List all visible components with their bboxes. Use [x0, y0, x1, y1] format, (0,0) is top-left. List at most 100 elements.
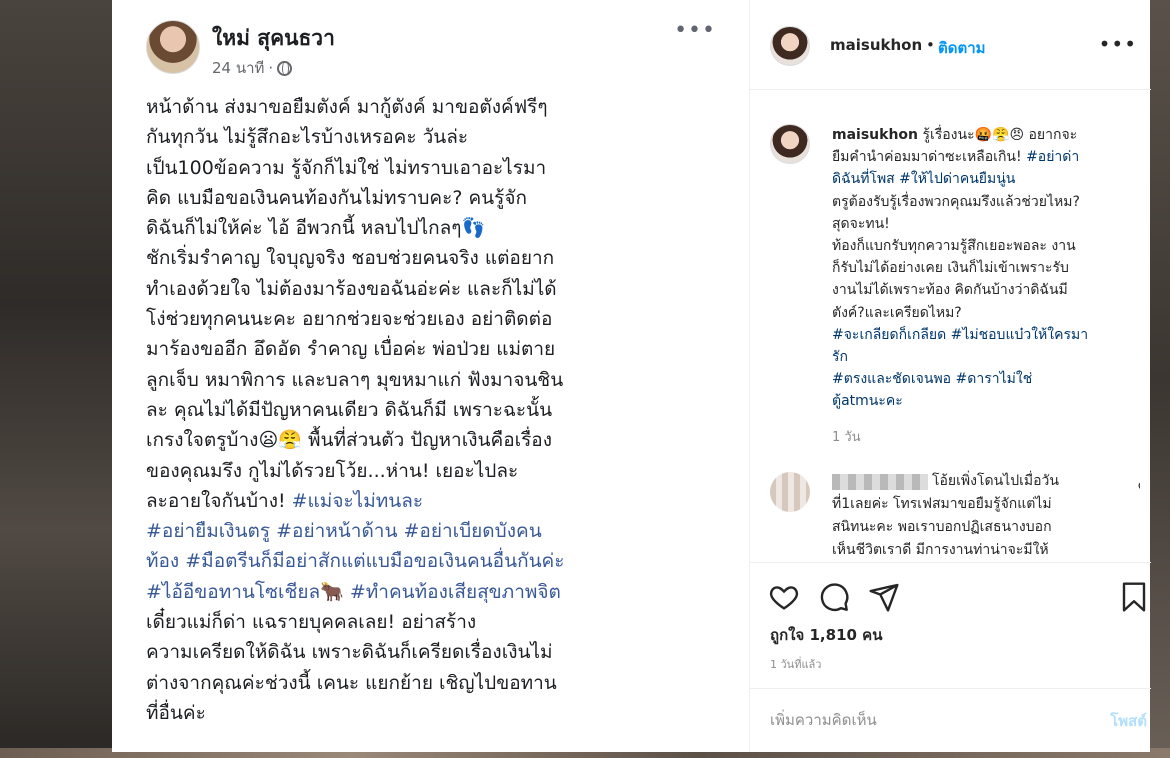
ig-comment: โอ้ยเพิ่งโดนไปเมื่อวัน ที่1เลยค่ะ โทรเฟส… [770, 470, 1140, 560]
fb-text-span: ลูกเจ็บ หมาพิการ และบลาๆ มุขหมาแก่ ฟังมา… [146, 368, 564, 391]
fb-text-span: เป็น100ข้อความ รู้จักก็ไม่ใช่ ไม่ทราบเอา… [146, 156, 547, 179]
ig-caption-span: สุดจะทน! [832, 215, 890, 232]
ig-caption-span: ยืมคำนำค่อมมาด่าซะเหลือเกิน! [832, 149, 1027, 166]
ig-author-avatar[interactable] [770, 26, 810, 66]
fb-post-line: ท้อง #มือตรีนก็มีอย่าสักแต่แบมือขอเงินคน… [146, 546, 716, 576]
ig-hashtag[interactable]: #จะเกลียดก็เกลียด #ไม่ชอบแบ๋วให้ใครมา [832, 327, 1088, 343]
fb-text-span: ที่อื่นค่ะ [146, 701, 206, 724]
follow-button[interactable]: ติดตาม [938, 36, 986, 60]
fb-separator: · [268, 59, 274, 77]
fb-text-span: ต่างจากคุณค่ะช่วงนี้ เคนะ แยกย้าย เชิญไป… [146, 671, 557, 694]
fb-post-line: คิด แบมือขอเงินคนท้องกันไม่ทราบคะ? คนรู้… [146, 183, 716, 213]
fb-hashtag[interactable]: #แม่จะไม่ทนละ [292, 490, 423, 512]
more-horizontal-icon[interactable]: ••• [1099, 32, 1137, 56]
fb-text-span: กันทุกวัน ไม่รู้สึกอะไรบ้างเหรอคะ วันล่ะ [146, 126, 469, 149]
ig-caption-line: ตรูต้องรับรู้เรื่องพวกคุณมรึงแล้วช่วยไหม… [832, 191, 1152, 213]
add-comment-bar: โพสต์ [750, 688, 1151, 750]
ig-caption-span: ตรูต้องรับรู้เรื่องพวกคุณมรึงแล้วช่วยไหม… [832, 193, 1080, 210]
post-comment-button[interactable]: โพสต์ [1110, 709, 1147, 733]
ig-caption-line: ดิฉันที่โพส #ให้ไปด่าคนยืมนู่น [832, 168, 1152, 190]
ig-header-dot: • [926, 36, 935, 54]
comment-line: โอ้ยเพิ่งโดนไปเมื่อวัน [932, 473, 1059, 489]
fb-text-span: ละ คุณไม่ได้มีปัญหาคนเดียว ดิฉันก็มี เพร… [146, 398, 553, 421]
ig-caption-line: งานไม่ได้เพราะท้อง คิดกันบ้างว่าดิฉันมี [832, 279, 1152, 301]
fb-text-span: เกรงใจตรูบ้าง😦😤 พื้นที่ส่วนตัว ปัญหาเงิน… [146, 429, 552, 452]
ig-comment-text: โอ้ยเพิ่งโดนไปเมื่อวัน ที่1เลยค่ะ โทรเฟส… [832, 470, 1132, 560]
ig-caption-line: ตังค์?และเครียดไหม? [832, 302, 1152, 324]
ig-actions-bar: ถูกใจ 1,810 คน 1 วันที่แล้ว [750, 562, 1151, 688]
fb-post-meta: 24 นาที · [212, 56, 293, 80]
ig-post-header: maisukhon • ติดตาม ••• [750, 0, 1151, 90]
fb-post-line: ลูกเจ็บ หมาพิการ และบลาๆ มุขหมาแก่ ฟังมา… [146, 365, 716, 395]
ig-caption-line: ตู้atmนะคะ [832, 390, 1152, 412]
fb-text-span: คิด แบมือขอเงินคนท้องกันไม่ทราบคะ? คนรู้… [146, 186, 528, 209]
fb-text-span: ทำเองด้วยใจ ไม่ต้องมาร้องขอฉันอ่ะค่ะ และ… [146, 277, 557, 300]
fb-text-span: ละอายใจกันบ้าง! [146, 489, 292, 512]
ig-caption-line: #ตรงและชัดเจนพอ #ดาราไม่ใช่ [832, 368, 1152, 390]
ig-author-username[interactable]: maisukhon [830, 36, 922, 54]
bookmark-icon[interactable] [1118, 581, 1150, 613]
blurred-backdrop-left [0, 0, 112, 758]
fb-timestamp: 24 นาที [212, 59, 265, 77]
heart-icon[interactable] [768, 581, 800, 613]
fb-text-span: ความเครียดให้ดิฉัน เพราะดิฉันก็เครียดเรื… [146, 641, 553, 664]
fb-post-line: มาร้องขออีก อึดอัด รำคาญ เบื่อค่ะ พ่อป่ว… [146, 334, 716, 364]
post-age: 1 วันที่แล้ว [770, 658, 822, 671]
comment-icon[interactable] [818, 581, 850, 613]
fb-post-line: ละอายใจกันบ้าง! #แม่จะไม่ทนละ [146, 486, 716, 516]
more-horizontal-icon: ••• [674, 18, 716, 43]
share-icon[interactable] [868, 581, 900, 613]
fb-hashtag-line[interactable]: ท้อง #มือตรีนก็มีอย่าสักแต่แบมือขอเงินคน… [146, 550, 564, 572]
commenter-avatar-blurred[interactable] [770, 472, 810, 512]
ig-caption-line: ยืมคำนำค่อมมาด่าซะเหลือเกิน! #อย่าด่า [832, 146, 1152, 168]
ig-hashtag[interactable]: ดิฉันที่โพส #ให้ไปด่าคนยืมนู่น [832, 171, 1015, 187]
fb-post-line: โง่ช่วยทุกคนนะคะ อยากช่วยจะช่วยเอง อย่าต… [146, 304, 716, 334]
ig-caption-line: #จะเกลียดก็เกลียด #ไม่ชอบแบ๋วให้ใครมา [832, 324, 1152, 346]
fb-post-line: เป็น100ข้อความ รู้จักก็ไม่ใช่ ไม่ทราบเอา… [146, 153, 716, 183]
fb-hashtag-line[interactable]: #ไอ้อีขอทานโซเชียล🐂 #ทำคนท้องเสียสุขภาพจ… [146, 581, 561, 603]
blurred-backdrop-right [1150, 0, 1170, 758]
ig-hashtag[interactable]: #อย่าด่า [1026, 149, 1079, 165]
ig-caption-span: ท้องก็แบกรับทุกความรู้สึกเยอะพอละ งาน [832, 238, 1076, 255]
fb-post-line: ดิฉันก็ไม่ให้ค่ะ ไอ้ อีพวกนี้ หลบไปไกลๆ👣 [146, 213, 716, 243]
ig-hashtag[interactable]: ตู้atmนะคะ [832, 393, 903, 409]
ig-caption-age: 1 วัน [832, 430, 861, 445]
ig-hashtag[interactable]: รัก [832, 349, 848, 365]
like-count[interactable]: ถูกใจ 1,810 คน [770, 623, 882, 647]
fb-author-name: ใหม่ สุคนธวา [212, 26, 335, 50]
fb-post-line: #อย่ายืมเงินตรู #อย่าหน้าด้าน #อย่าเบียด… [146, 516, 716, 546]
fb-text-span: มาร้องขออีก อึดอัด รำคาญ เบื่อค่ะ พ่อป่ว… [146, 338, 556, 361]
fb-post-line: ชักเริ่มรำคาญ ใจบุญจริง ชอบช่วยคนจริง แต… [146, 243, 716, 273]
ig-caption-username[interactable]: maisukhon [832, 127, 918, 143]
fb-post-line: #ไอ้อีขอทานโซเชียล🐂 #ทำคนท้องเสียสุขภาพจ… [146, 577, 716, 607]
fb-text-span: ดิฉันก็ไม่ให้ค่ะ ไอ้ อีพวกนี้ หลบไปไกลๆ👣 [146, 217, 486, 240]
heart-outline-icon[interactable] [1138, 480, 1140, 494]
ig-caption-line: รัก [832, 346, 1152, 368]
fb-post-line: หน้าด้าน ส่งมาขอยืมตังค์ มากู้ตังค์ มาขอ… [146, 92, 716, 122]
fb-text-span: ชักเริ่มรำคาญ ใจบุญจริง ชอบช่วยคนจริง แต… [146, 247, 555, 270]
fb-post-line: กันทุกวัน ไม่รู้สึกอะไรบ้างเหรอคะ วันล่ะ [146, 122, 716, 152]
instagram-post-panel: maisukhon • ติดตาม ••• maisukhon รู้เรื่… [749, 0, 1152, 752]
ig-caption-avatar[interactable] [770, 124, 810, 164]
ig-caption-line: ท้องก็แบกรับทุกความรู้สึกเยอะพอละ งาน [832, 235, 1152, 257]
ig-hashtag[interactable]: #ตรงและชัดเจนพอ #ดาราไม่ใช่ [832, 371, 1032, 387]
comment-line: สนิทนะคะ พอเราบอกปฏิเสธนางบอก [832, 519, 1052, 535]
fb-post-line: ทำเองด้วยใจ ไม่ต้องมาร้องขอฉันอ่ะค่ะ และ… [146, 274, 716, 304]
fb-post-line: เดี๋ยวแม่ก็ด่า แฉรายบุคคลเลย! อย่าสร้าง [146, 607, 716, 637]
fb-post-line: ความเครียดให้ดิฉัน เพราะดิฉันก็เครียดเรื… [146, 637, 716, 667]
fb-post-line: ของคุณมรึง กูไม่ได้รวยโว้ย...ห่าน! เยอะไ… [146, 456, 716, 486]
ig-caption-span: ก็รับไม่ได้อย่างเคย เงินก็ไม่เข้าเพราะรั… [832, 260, 1069, 277]
comment-input[interactable] [770, 709, 1070, 731]
fb-text-span: หน้าด้าน ส่งมาขอยืมตังค์ มากู้ตังค์ มาขอ… [146, 96, 548, 118]
ig-caption-line: ก็รับไม่ได้อย่างเคย เงินก็ไม่เข้าเพราะรั… [832, 257, 1152, 279]
globe-icon [277, 60, 293, 76]
fb-post-body: หน้าด้าน ส่งมาขอยืมตังค์ มากู้ตังค์ มาขอ… [146, 92, 716, 728]
comment-line: ที่1เลยค่ะ โทรเฟสมาขอยืมรู้จักแต่ไม่ [832, 496, 1052, 512]
post-image: ใหม่ สุคนธวา 24 นาที · ••• หน้าด้าน ส่งม… [112, 0, 749, 752]
ig-caption-line: maisukhon รู้เรื่องนะ🤬😤😠 อยากจะ [832, 124, 1152, 146]
ig-caption-line: สุดจะทน! [832, 213, 1152, 235]
fb-post-line: ที่อื่นค่ะ [146, 698, 716, 728]
fb-hashtag-line[interactable]: #อย่ายืมเงินตรู #อย่าหน้าด้าน #อย่าเบียด… [146, 520, 542, 542]
fb-post-line: ละ คุณไม่ได้มีปัญหาคนเดียว ดิฉันก็มี เพร… [146, 395, 716, 425]
fb-post-line: ต่างจากคุณค่ะช่วงนี้ เคนะ แยกย้าย เชิญไป… [146, 668, 716, 698]
